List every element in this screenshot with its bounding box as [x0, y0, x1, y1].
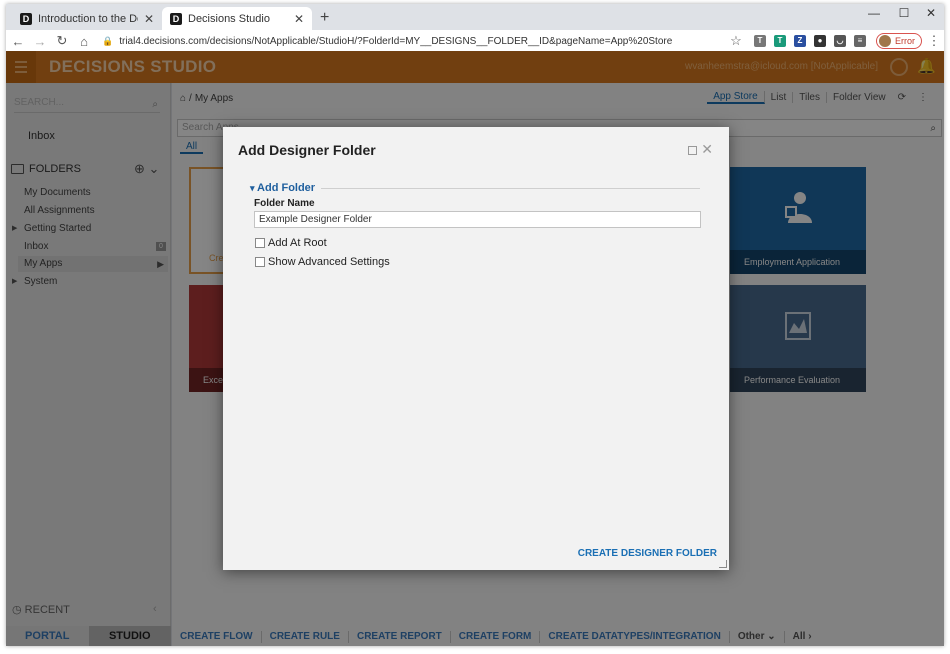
- folder-name-field[interactable]: [254, 211, 701, 228]
- section-title: Add Folder: [250, 182, 315, 194]
- browser-tab-title: Decisions Studio: [188, 12, 270, 25]
- profile-status-label: Error: [895, 36, 915, 46]
- close-tab-icon[interactable]: ✕: [144, 12, 154, 26]
- show-advanced-settings-checkbox[interactable]: Show Advanced Settings: [255, 256, 390, 268]
- minimize-icon[interactable]: —: [859, 6, 889, 20]
- browser-tab-title: Introduction to the Decisions Stu: [38, 12, 138, 25]
- resize-handle-icon[interactable]: [719, 560, 727, 568]
- new-tab-icon[interactable]: +: [320, 9, 329, 27]
- lock-icon: 🔒: [102, 35, 114, 46]
- folder-name-label: Folder Name: [254, 198, 315, 209]
- browser-menu-icon[interactable]: ⋮: [924, 33, 944, 49]
- checkbox-label: Show Advanced Settings: [268, 256, 390, 268]
- browser-tab-intro[interactable]: D Introduction to the Decisions Stu ✕: [12, 7, 162, 30]
- close-tab-icon[interactable]: ✕: [294, 12, 304, 26]
- profile-avatar: [879, 35, 891, 47]
- browser-window: D Introduction to the Decisions Stu ✕ D …: [6, 4, 944, 646]
- add-designer-folder-dialog: Add Designer Folder ✕ Add Folder Folder …: [223, 127, 729, 570]
- reading-list-icon[interactable]: ≡: [854, 35, 866, 47]
- tab-strip: D Introduction to the Decisions Stu ✕ D …: [6, 4, 944, 30]
- forward-icon[interactable]: →: [30, 34, 50, 49]
- url-field[interactable]: 🔒 trial4.decisions.com/decisions/NotAppl…: [102, 36, 724, 47]
- extension-trello-icon[interactable]: T: [774, 35, 786, 47]
- extension-z-icon[interactable]: Z: [794, 35, 806, 47]
- maximize-icon[interactable]: ☐: [889, 6, 919, 20]
- browser-tab-studio[interactable]: D Decisions Studio ✕: [162, 7, 312, 30]
- address-bar: ← → ↻ ⌂ 🔒 trial4.decisions.com/decisions…: [6, 30, 944, 52]
- window-close-icon[interactable]: ✕: [916, 6, 944, 20]
- bookmark-star-icon[interactable]: ☆: [726, 33, 746, 49]
- profile-error-button[interactable]: Error: [876, 33, 922, 49]
- extension-pocket-icon[interactable]: ◡: [834, 35, 846, 47]
- checkbox-box[interactable]: [255, 257, 265, 267]
- close-dialog-icon[interactable]: ✕: [701, 141, 713, 158]
- url-text: trial4.decisions.com/decisions/NotApplic…: [119, 35, 673, 47]
- checkbox-box[interactable]: [255, 238, 265, 248]
- section-divider: [321, 187, 700, 189]
- extension-drop-icon[interactable]: ●: [814, 35, 826, 47]
- back-icon[interactable]: ←: [8, 34, 28, 49]
- home-icon[interactable]: ⌂: [74, 34, 94, 49]
- create-designer-folder-button[interactable]: CREATE DESIGNER FOLDER: [578, 548, 717, 559]
- decisions-favicon-icon: D: [170, 12, 182, 25]
- checkbox-label: Add At Root: [268, 237, 327, 249]
- add-at-root-checkbox[interactable]: Add At Root: [255, 237, 327, 249]
- dialog-title: Add Designer Folder: [238, 142, 376, 158]
- add-folder-section[interactable]: Add Folder: [250, 182, 700, 194]
- decisions-favicon-icon: D: [20, 12, 32, 25]
- maximize-dialog-icon[interactable]: [688, 146, 697, 155]
- reload-icon[interactable]: ↻: [52, 33, 72, 49]
- extension-t-icon[interactable]: T: [754, 35, 766, 47]
